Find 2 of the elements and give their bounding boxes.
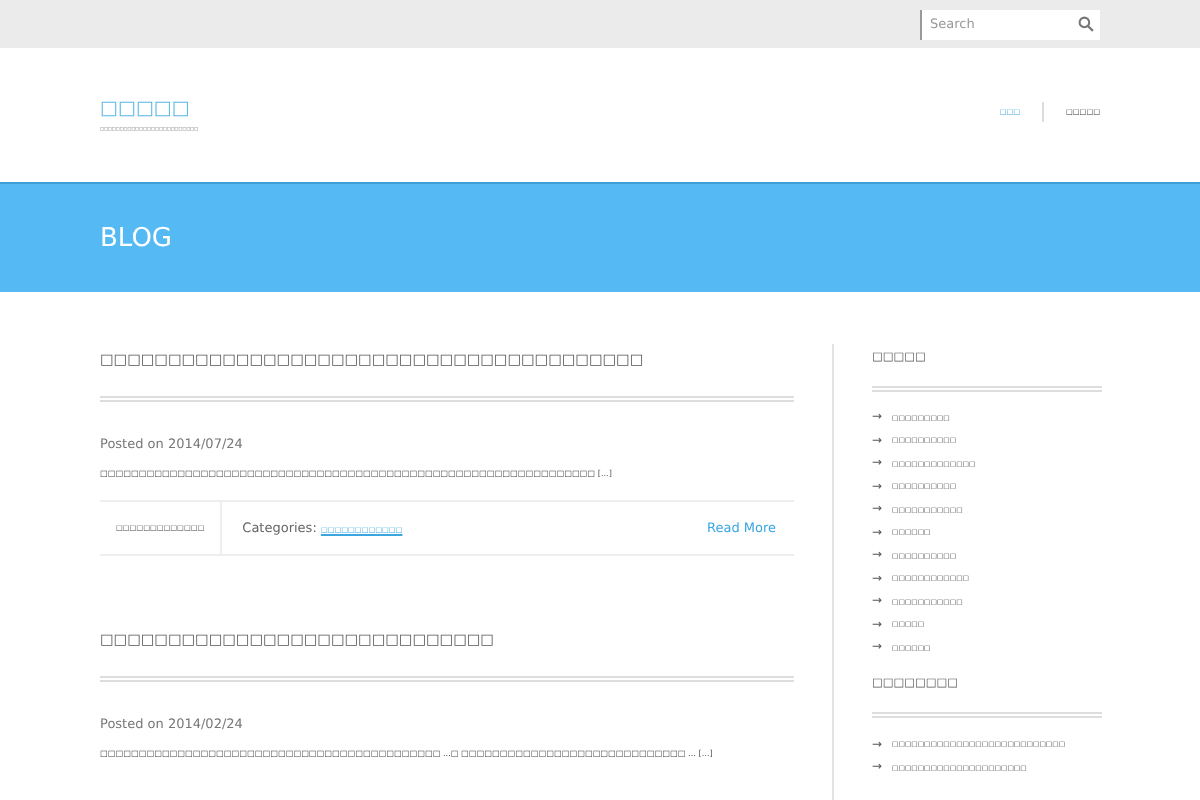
search-icon[interactable] [1078, 16, 1094, 32]
page-title: BLOG [100, 223, 173, 253]
